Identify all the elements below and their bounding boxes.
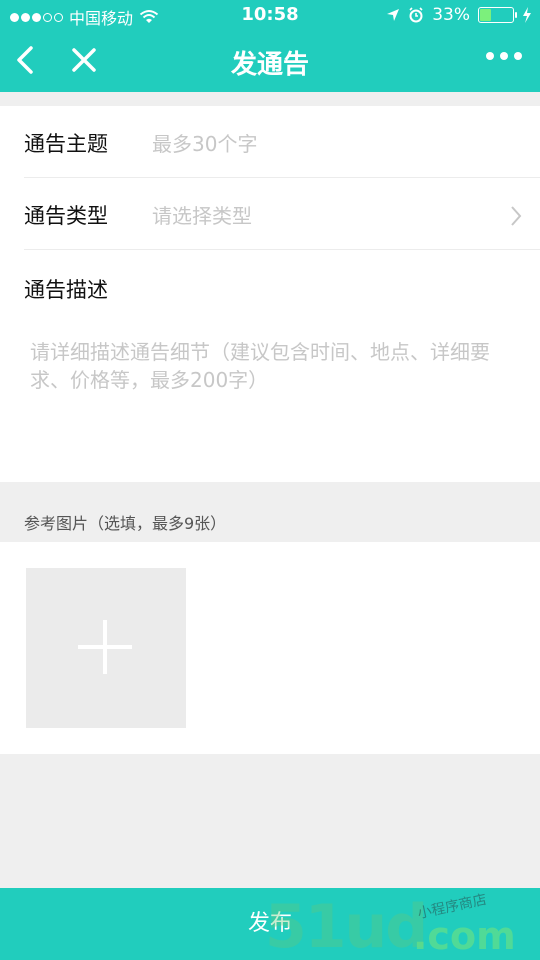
alarm-icon <box>409 7 423 23</box>
page-title: 发通告 <box>230 50 309 80</box>
type-row[interactable]: 通告类型 请选择类型 <box>24 178 540 250</box>
location-arrow-icon <box>387 9 400 21</box>
chevron-right-icon <box>511 206 522 226</box>
description-textarea[interactable]: 请详细描述通告细节（建议包含时间、地点、详细要求、价格等，最多200字） <box>30 338 510 394</box>
publish-button[interactable]: 发布 <box>0 888 540 960</box>
status-right: 33% <box>386 5 532 25</box>
charging-bolt-icon <box>523 7 531 23</box>
top-bar: 中国移动 10:58 33% 发通告 <box>0 0 540 92</box>
type-label: 通告类型 <box>24 204 108 228</box>
type-select[interactable]: 请选择类型 <box>152 200 252 229</box>
battery-icon <box>478 7 517 23</box>
status-bar: 中国移动 10:58 33% <box>0 0 540 30</box>
subject-label: 通告主题 <box>24 132 108 156</box>
subject-row[interactable]: 通告主题 最多30个字 <box>24 106 540 178</box>
add-image-button[interactable] <box>26 568 186 728</box>
subject-input[interactable]: 最多30个字 <box>152 128 257 157</box>
announcement-form: 通告主题 最多30个字 通告类型 请选择类型 通告描述 请详细描述通告细节（建议… <box>0 106 540 482</box>
images-header: 参考图片（选填，最多9张） <box>24 514 227 533</box>
images-card <box>0 542 540 754</box>
more-icon[interactable] <box>486 52 522 60</box>
battery-percent: 33% <box>432 5 470 25</box>
description-label: 通告描述 <box>24 278 108 302</box>
